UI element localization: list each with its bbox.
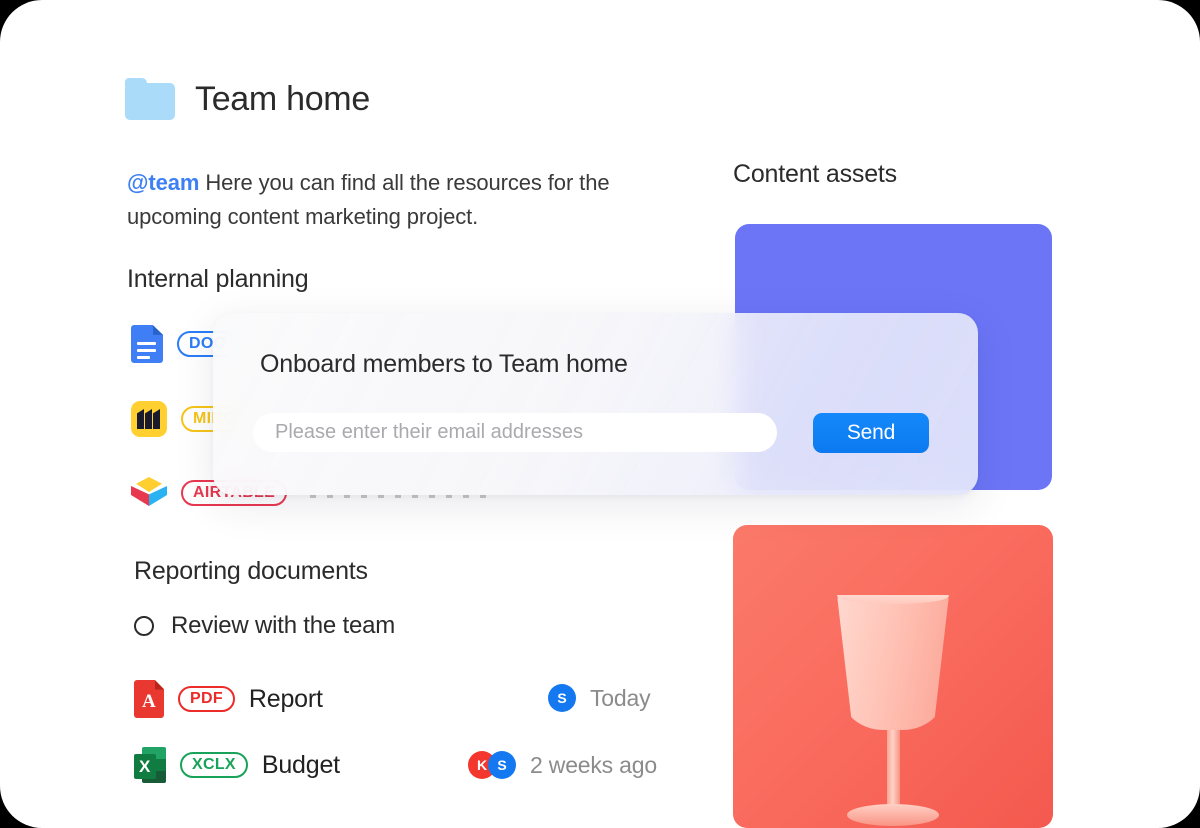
row-meta: K S 2 weeks ago xyxy=(468,751,657,779)
section-heading-internal-planning: Internal planning xyxy=(127,265,309,293)
intro-paragraph: @team Here you can find all the resource… xyxy=(127,166,647,234)
miro-icon xyxy=(131,401,167,437)
avatar-group: S xyxy=(548,684,576,712)
section-heading-content-assets: Content assets xyxy=(733,160,897,188)
coral-goblet-asset-card[interactable] xyxy=(733,525,1053,828)
circle-checkbox-icon[interactable] xyxy=(134,616,154,636)
file-type-badge: XCLX xyxy=(180,752,248,778)
avatar[interactable]: S xyxy=(548,684,576,712)
task-label: Review with the team xyxy=(171,612,396,639)
section-heading-reporting-documents: Reporting documents xyxy=(134,557,368,585)
page-title: Team home xyxy=(195,79,370,118)
row-meta: S Today xyxy=(548,684,651,712)
timestamp: Today xyxy=(590,684,651,711)
excel-icon: X xyxy=(134,747,166,783)
send-button[interactable]: Send xyxy=(813,413,929,453)
goblet-image xyxy=(837,595,949,826)
task-row[interactable]: Review with the team xyxy=(134,612,395,640)
google-docs-icon xyxy=(131,325,163,363)
pdf-icon: A xyxy=(134,680,164,718)
onboard-members-modal: Onboard members to Team home xyxy=(213,313,978,495)
airtable-icon xyxy=(131,477,167,509)
app-page: Team home @team Here you can find all th… xyxy=(0,0,1200,828)
file-type-badge: PDF xyxy=(178,686,235,712)
avatar[interactable]: S xyxy=(488,751,516,779)
timestamp: 2 weeks ago xyxy=(530,751,657,778)
file-name: Budget xyxy=(261,750,340,779)
avatar-group: K S xyxy=(468,751,516,779)
intro-text: Here you can find all the resources for … xyxy=(127,170,610,229)
modal-title: Onboard members to Team home xyxy=(260,350,628,378)
table-row[interactable]: A PDF Report xyxy=(134,680,323,718)
team-mention[interactable]: @team xyxy=(127,170,199,195)
page-header: Team home xyxy=(125,78,370,120)
folder-icon xyxy=(125,78,175,120)
file-name: Report xyxy=(248,684,323,713)
table-row[interactable]: X XCLX Budget xyxy=(134,747,340,783)
email-input[interactable] xyxy=(253,413,777,452)
